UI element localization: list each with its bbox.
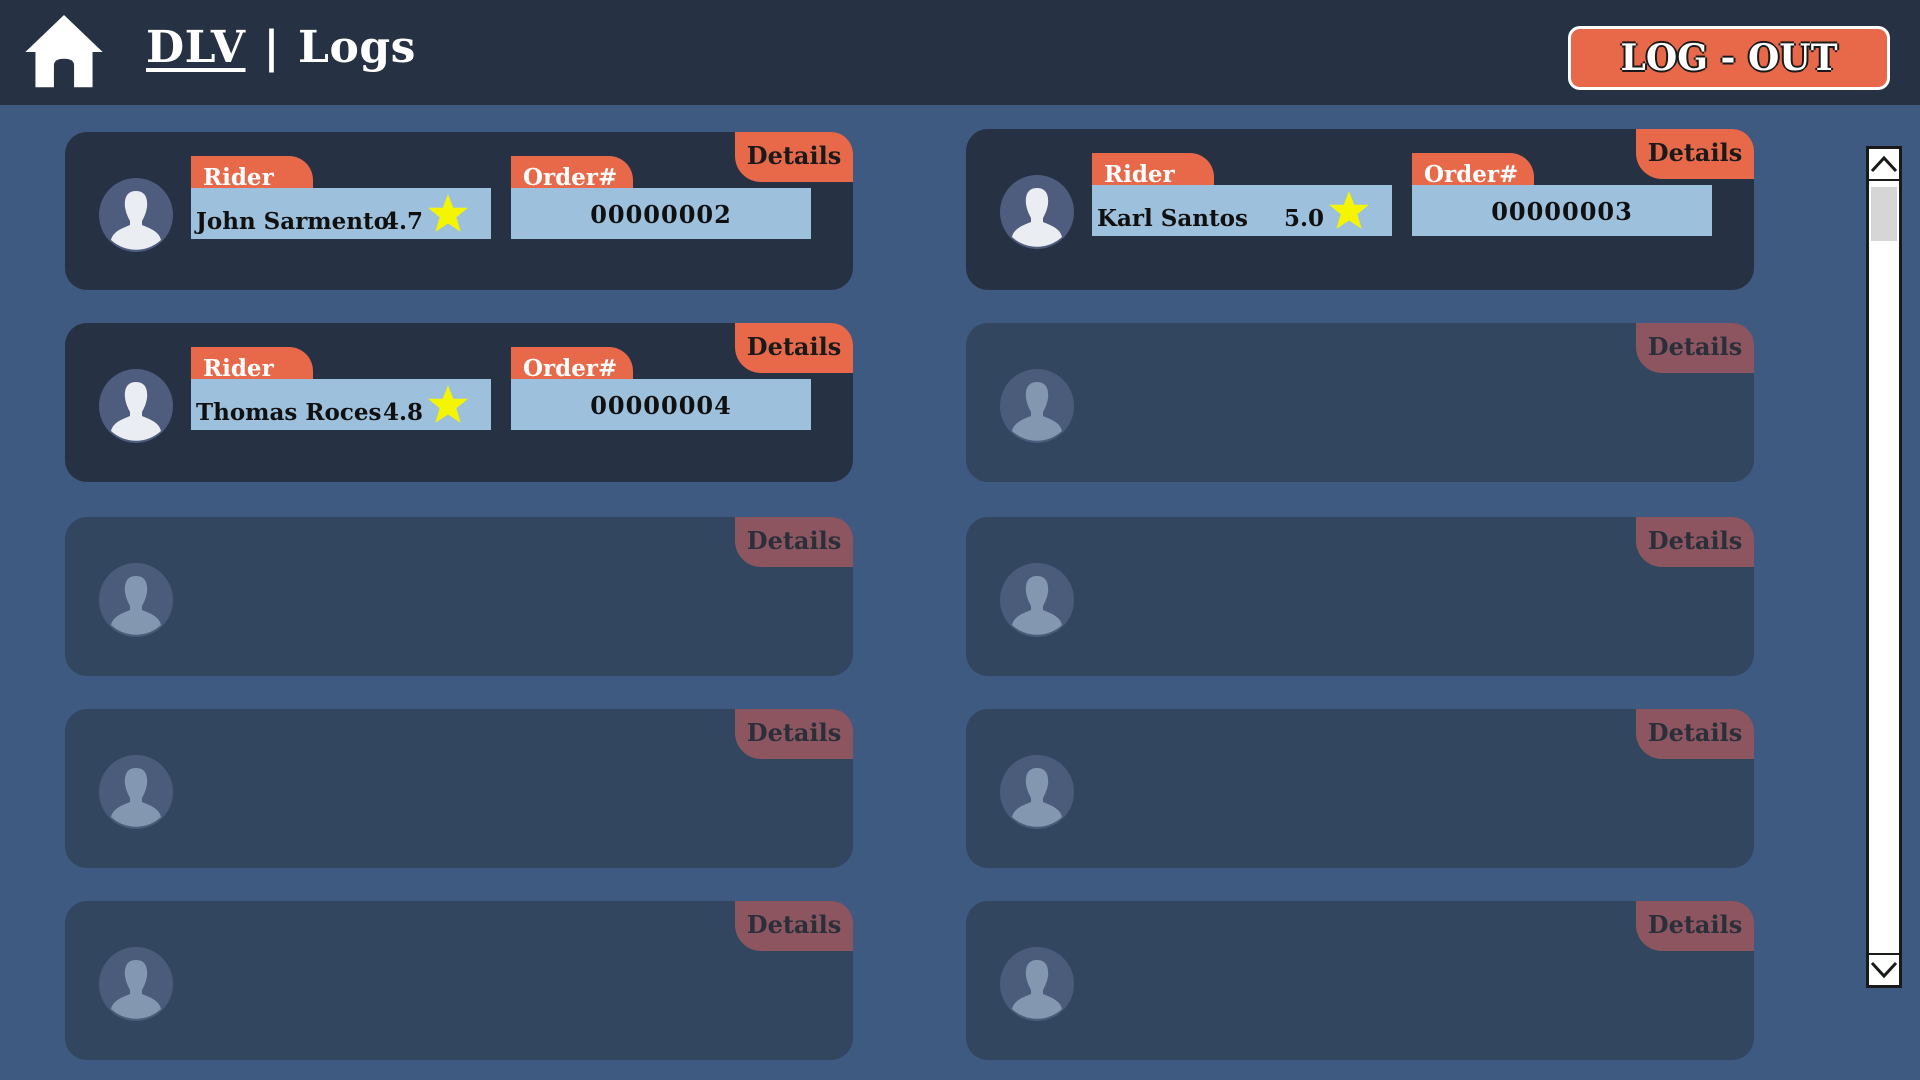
rider-name: John Sarmento [196,208,389,235]
avatar-icon [1000,175,1074,249]
empty-log-card: Details [65,517,853,676]
rider-rating: 4.8 [383,399,424,426]
order-label: Order# [1412,153,1534,187]
rider-field: John Sarmento 4.7 [191,188,491,239]
details-button[interactable]: Details [1636,129,1754,179]
avatar-icon [99,563,173,637]
top-bar: DLV | Logs LOG - OUT [0,0,1920,105]
details-button[interactable]: Details [1636,517,1754,567]
details-button[interactable]: Details [735,901,853,951]
rider-rating: 4.7 [383,208,424,235]
rider-label: Rider [191,156,313,190]
scrollbar-thumb[interactable] [1871,187,1897,241]
details-button[interactable]: Details [1636,323,1754,373]
avatar-icon [99,755,173,829]
details-button[interactable]: Details [735,132,853,182]
rider-label: Rider [191,347,313,381]
scroll-up-button[interactable] [1869,149,1899,181]
home-icon[interactable] [22,10,106,94]
order-number: 00000004 [511,379,811,430]
empty-log-card: Details [966,323,1754,482]
details-button[interactable]: Details [1636,709,1754,759]
log-card: Details Rider John Sarmento 4.7 Order# 0… [65,132,853,290]
avatar-icon [99,178,173,252]
log-card: Details Rider Thomas Roces 4.8 Order# 00… [65,323,853,482]
details-button[interactable]: Details [735,323,853,373]
rider-name: Thomas Roces [196,399,382,426]
rider-name: Karl Santos [1097,205,1248,232]
details-button[interactable]: Details [735,709,853,759]
details-button[interactable]: Details [735,517,853,567]
avatar-icon [1000,755,1074,829]
brand-link[interactable]: DLV [146,22,246,73]
chevron-down-icon [1870,961,1898,979]
order-label: Order# [511,156,633,190]
empty-log-card: Details [65,709,853,868]
avatar-icon [99,947,173,1021]
avatar-icon [1000,947,1074,1021]
rider-field: Thomas Roces 4.8 [191,379,491,430]
empty-log-card: Details [65,901,853,1060]
scroll-down-button[interactable] [1869,953,1899,985]
page-title-text: Logs [298,22,416,73]
order-label: Order# [511,347,633,381]
order-number: 00000003 [1412,185,1712,236]
empty-log-card: Details [966,709,1754,868]
empty-log-card: Details [966,517,1754,676]
log-card: Details Rider Karl Santos 5.0 Order# 000… [966,129,1754,290]
title-separator: | [263,22,281,73]
page-title: DLV | Logs [146,22,416,73]
star-icon [428,385,468,423]
rider-label: Rider [1092,153,1214,187]
details-button[interactable]: Details [1636,901,1754,951]
empty-log-card: Details [966,901,1754,1060]
avatar-icon [1000,563,1074,637]
vertical-scrollbar[interactable] [1866,146,1902,988]
order-number: 00000002 [511,188,811,239]
star-icon [428,194,468,232]
star-icon [1329,191,1369,229]
rider-rating: 5.0 [1284,205,1325,232]
rider-field: Karl Santos 5.0 [1092,185,1392,236]
chevron-up-icon [1870,155,1898,173]
logout-button[interactable]: LOG - OUT [1568,26,1890,90]
avatar-icon [1000,369,1074,443]
avatar-icon [99,369,173,443]
